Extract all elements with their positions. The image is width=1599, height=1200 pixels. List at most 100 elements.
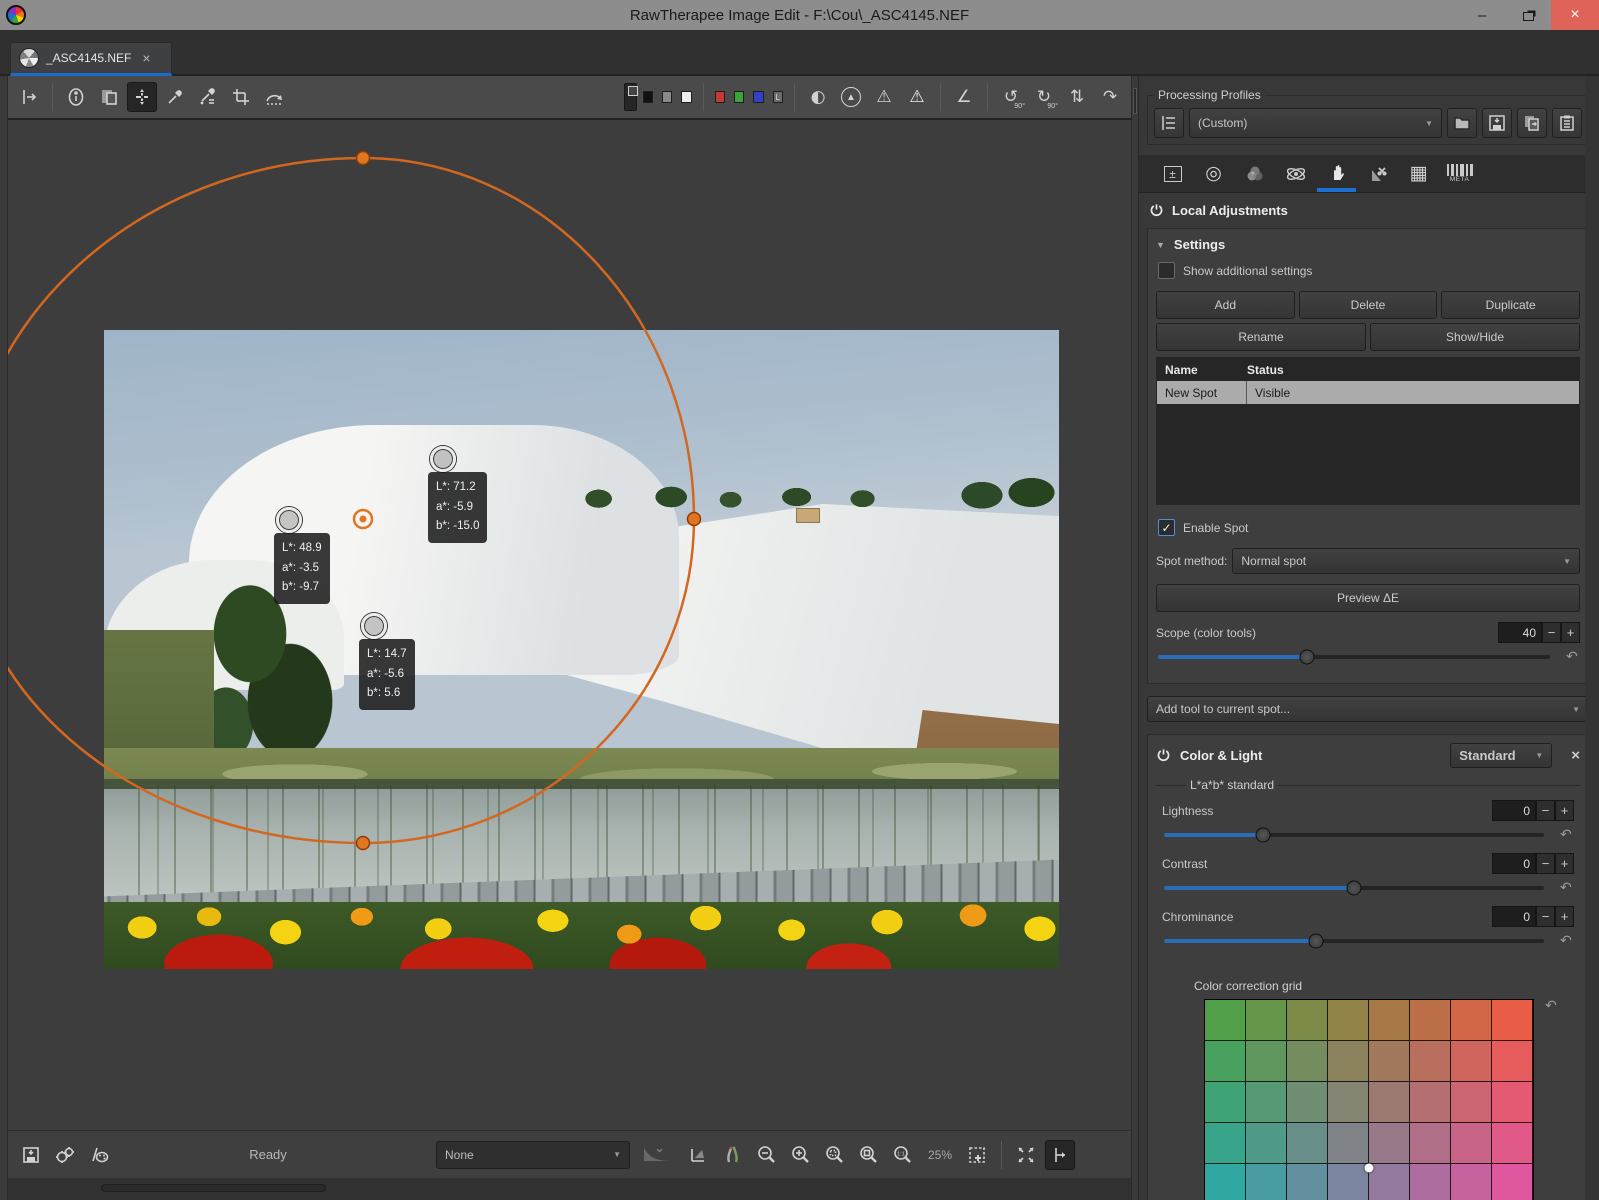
add-tool-select[interactable]: Add tool to current spot... ▼ [1147,696,1589,722]
preview-green-channel[interactable] [734,91,744,103]
scope-plus-button[interactable]: + [1561,622,1580,643]
save-profile-button[interactable] [1482,108,1512,138]
grid-marker[interactable] [1365,1164,1374,1173]
left-panel-splitter[interactable] [0,76,8,1200]
zoom-100-button[interactable]: 1:1 [888,1140,918,1170]
preview-red-channel[interactable] [715,91,725,103]
slider-thumb[interactable] [1347,881,1362,896]
before-after-view-button[interactable] [684,1140,714,1170]
copy-profile-button[interactable] [1517,108,1547,138]
spot-handle-top[interactable] [357,152,370,165]
lightness-slider[interactable] [1164,833,1544,837]
tab-color[interactable] [1235,155,1274,192]
hand-tool-button[interactable] [127,82,157,112]
scope-slider[interactable] [1158,655,1550,659]
add-spot-button[interactable]: Add [1156,291,1295,319]
slider-thumb[interactable] [1255,828,1270,843]
image-preview[interactable] [104,330,1059,969]
bg-color-black-swatch[interactable] [643,91,653,103]
zoom-out-button[interactable] [752,1140,782,1170]
contrast-slider[interactable] [1164,886,1544,890]
lightness-plus-button[interactable]: + [1555,800,1574,821]
show-hide-spot-button[interactable]: Show/Hide [1370,323,1580,351]
slider-thumb[interactable] [1309,934,1324,949]
tab-detail[interactable]: ◎ [1194,155,1233,192]
chrominance-reset-icon[interactable]: ↶ [1560,933,1574,949]
spot-method-select[interactable]: Normal spot ▼ [1232,548,1580,574]
color-picker-marker-2[interactable] [430,446,456,472]
enable-spot-row[interactable]: ✓ Enable Spot [1158,519,1580,536]
chrominance-value[interactable]: 0 [1492,906,1536,927]
tab-raw[interactable]: ▦ [1399,155,1438,192]
contrast-minus-button[interactable]: − [1536,853,1555,874]
straighten-button[interactable] [259,82,289,112]
tab-advanced[interactable] [1276,155,1315,192]
profile-select[interactable]: (Custom) ▼ [1189,108,1442,138]
settings-expander[interactable]: ▼ Settings [1156,237,1580,252]
contrast-plus-button[interactable]: + [1555,853,1574,874]
color-picker-marker-3[interactable] [361,613,387,639]
tab-close-icon[interactable]: × [142,50,150,66]
toolbar-grip[interactable] [624,83,637,111]
crop-button[interactable] [226,82,256,112]
shadow-warning-button[interactable]: ⚠ [902,82,932,112]
perspective-angle-button[interactable]: ∠ [949,82,979,112]
chrominance-minus-button[interactable]: − [1536,906,1555,927]
before-after-button[interactable] [94,82,124,112]
scope-reset-icon[interactable]: ↶ [1566,649,1580,665]
preview-luminosity-channel[interactable]: L [773,91,783,103]
lightness-reset-icon[interactable]: ↶ [1560,827,1574,843]
preview-blue-channel[interactable] [753,91,763,103]
power-icon[interactable] [1156,748,1171,763]
queue-processing-button[interactable] [50,1140,80,1170]
preview-pipes-button[interactable] [718,1140,748,1170]
profile-quick-select[interactable]: None ▼ [436,1141,630,1169]
paste-profile-button[interactable] [1552,108,1582,138]
preview-deltae-button[interactable]: Preview ΔE [1156,584,1580,612]
white-balance-picker-button[interactable] [160,82,190,112]
toggle-right-panel-button[interactable] [1045,1140,1075,1170]
zoom-to-selection-button[interactable] [820,1140,850,1170]
color-light-header[interactable]: Color & Light Standard ▼ × [1156,743,1580,768]
tab-transform[interactable] [1358,155,1397,192]
show-filmstrip-button[interactable] [14,82,44,112]
editor-canvas[interactable]: L*: 48.9a*: -3.5b*: -9.7 L*: 71.2a*: -5.… [8,120,1131,1130]
show-additional-settings-row[interactable]: Show additional settings [1158,262,1580,279]
contrast-value[interactable]: 0 [1492,853,1536,874]
color-correction-grid[interactable]: ↶ [1204,999,1534,1200]
send-to-editor-button[interactable] [84,1140,114,1170]
show-additional-checkbox[interactable] [1158,262,1175,279]
enable-spot-checkbox[interactable]: ✓ [1158,519,1175,536]
zoom-in-button[interactable] [786,1140,816,1170]
delete-spot-button[interactable]: Delete [1299,291,1438,319]
tab-local-adjustments[interactable] [1317,155,1356,192]
lightness-value[interactable]: 0 [1492,800,1536,821]
color-picker-marker-1[interactable] [276,507,302,533]
right-panel-splitter[interactable] [1131,76,1139,1200]
info-button[interactable] [61,82,91,112]
bg-color-gray-swatch[interactable] [662,91,672,103]
scope-value[interactable]: 40 [1498,622,1542,643]
color-picker-button[interactable] [193,82,223,112]
lightness-minus-button[interactable]: − [1536,800,1555,821]
new-crop-window-button[interactable] [962,1140,992,1170]
fullscreen-button[interactable] [1011,1140,1041,1170]
scope-minus-button[interactable]: − [1542,622,1561,643]
save-image-button[interactable] [16,1140,46,1170]
flip-horizontal-button[interactable]: ↷ [1095,82,1125,112]
chrominance-plus-button[interactable]: + [1555,906,1574,927]
rotate-left-button[interactable]: ↺90° [996,82,1026,112]
slider-thumb[interactable] [1299,650,1314,665]
fill-mode-button[interactable] [1154,108,1184,138]
image-tab[interactable]: _ASC4145.NEF × [10,42,172,76]
spot-list-row[interactable]: New Spot Visible [1157,381,1579,404]
shadow-clipping-button[interactable]: ▲ [836,82,866,112]
load-profile-button[interactable] [1447,108,1477,138]
flip-vertical-button[interactable]: ⇅ [1062,82,1092,112]
focus-mask-button[interactable]: ◐ [803,82,833,112]
spot-list-empty-area[interactable] [1157,404,1579,504]
close-tool-icon[interactable]: × [1571,747,1580,764]
highlight-clipping-button[interactable]: ⚠ [869,82,899,112]
scrollbar-gutter[interactable] [1585,76,1599,1200]
bg-color-white-swatch[interactable] [681,91,691,103]
